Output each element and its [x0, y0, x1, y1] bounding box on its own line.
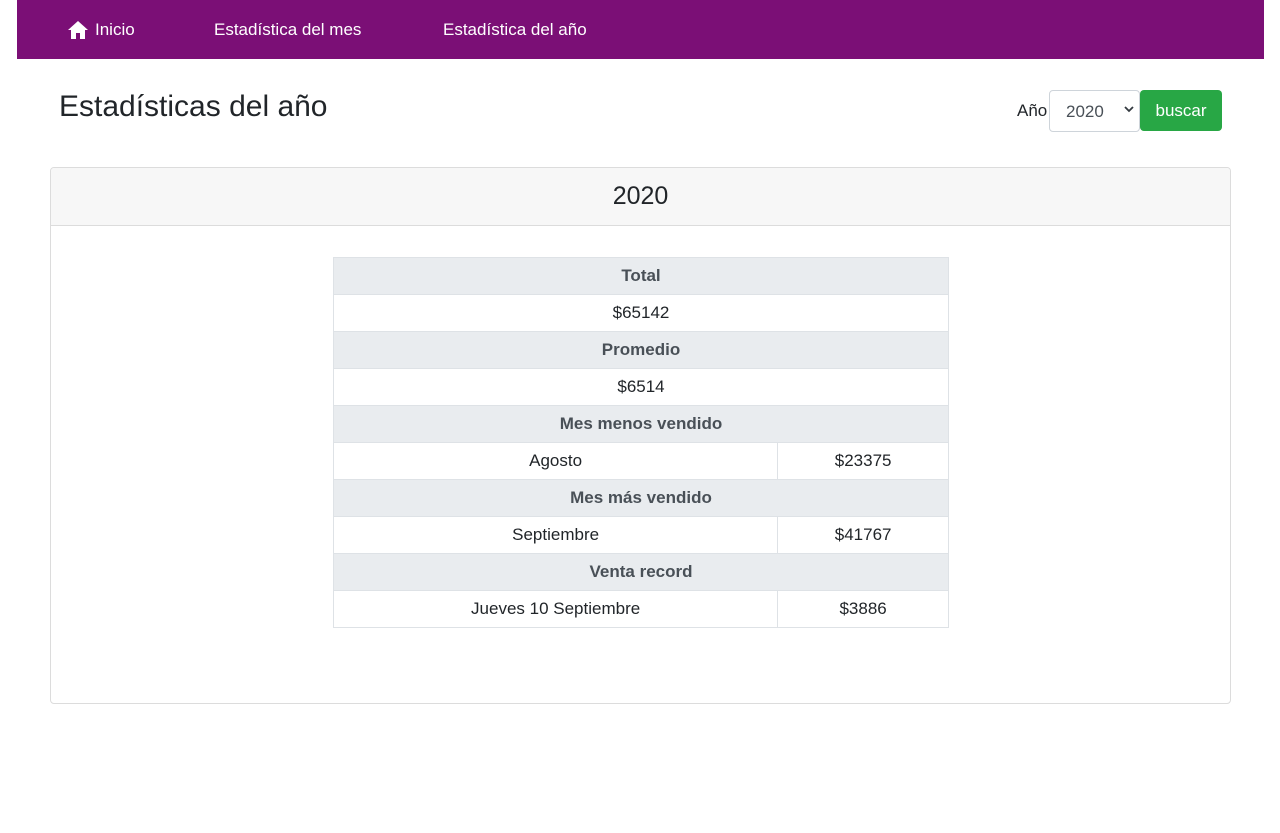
nav-month-stats-link[interactable]: Estadística del mes: [214, 19, 361, 41]
average-header: Promedio: [333, 331, 949, 369]
table-row: $65142: [333, 294, 949, 332]
year-stats-card: 2020 Total $65142 Promedio $6514 Mes men…: [50, 167, 1231, 704]
table-row: Septiembre $41767: [332, 516, 949, 554]
record-header: Venta record: [333, 553, 949, 591]
table-row: Jueves 10 Septiembre $3886: [332, 590, 949, 628]
least-sold-value: $23375: [777, 442, 949, 480]
total-value: $65142: [333, 294, 949, 332]
year-filter-label: Año: [1017, 101, 1048, 120]
most-sold-value: $41767: [777, 516, 949, 554]
year-select[interactable]: 2020: [1049, 90, 1140, 132]
stats-table: Total $65142 Promedio $6514 Mes menos ve…: [332, 257, 949, 628]
table-row: Mes menos vendido: [333, 405, 949, 443]
average-value: $6514: [333, 368, 949, 406]
table-row: Total: [333, 257, 949, 295]
nav-year-stats-link[interactable]: Estadística del año: [443, 19, 587, 41]
home-icon: [68, 21, 88, 39]
table-row: Promedio: [333, 331, 949, 369]
record-day: Jueves 10 Septiembre: [332, 590, 779, 628]
top-navbar: Inicio Estadística del mes Estadística d…: [17, 0, 1264, 59]
most-sold-header: Mes más vendido: [333, 479, 949, 517]
search-button[interactable]: buscar: [1140, 90, 1222, 131]
nav-home-link[interactable]: Inicio: [68, 19, 135, 41]
table-row: Venta record: [333, 553, 949, 591]
most-sold-month: Septiembre: [332, 516, 779, 554]
least-sold-header: Mes menos vendido: [333, 405, 949, 443]
table-row: $6514: [333, 368, 949, 406]
total-header: Total: [333, 257, 949, 295]
table-row: Agosto $23375: [332, 442, 949, 480]
page-title: Estadísticas del año: [59, 90, 328, 123]
least-sold-month: Agosto: [332, 442, 779, 480]
card-header-year: 2020: [51, 168, 1230, 226]
record-value: $3886: [777, 590, 949, 628]
table-row: Mes más vendido: [333, 479, 949, 517]
nav-home-label: Inicio: [95, 20, 135, 39]
